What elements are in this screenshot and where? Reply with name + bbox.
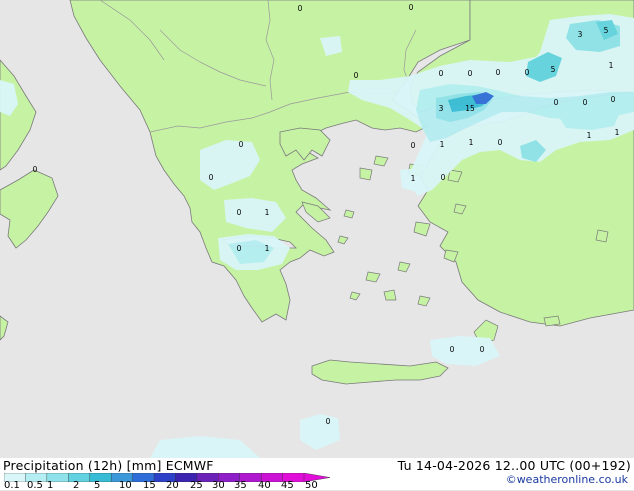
precip-value-label: 0 (354, 71, 359, 80)
precip-value-label: 0 (411, 141, 416, 150)
precip-value-label: 3 (578, 30, 583, 39)
precip-value-label: 0 (409, 3, 414, 12)
precip-value-label: 1 (587, 131, 592, 140)
precip-value-label: 15 (465, 104, 475, 113)
precip-value-label: 5 (604, 26, 609, 35)
legend-label: 45 (281, 480, 294, 491)
legend-label: 40 (258, 480, 271, 491)
precip-value-label: 3 (439, 104, 444, 113)
precip-value-label: 0 (237, 208, 242, 217)
legend-label: 35 (234, 480, 247, 491)
legend-label: 25 (190, 480, 203, 491)
legend-label: 0.1 (4, 480, 20, 491)
precip-value-label: 0 (298, 4, 303, 13)
precip-value-label: 0 (237, 244, 242, 253)
footer-bar: Precipitation (12h) [mm] ECMWF Tu 14-04-… (0, 458, 634, 491)
precip-value-label: 0 (33, 165, 38, 174)
precip-value-label: 1 (440, 140, 445, 149)
precip-value-label: 1 (615, 128, 620, 137)
land-chalkidiki (279, 127, 331, 161)
precip-value-label: 0 (326, 417, 331, 426)
legend-label: 20 (166, 480, 179, 491)
precip-value-label: 1 (469, 138, 474, 147)
precip-value-label: 0 (450, 345, 455, 354)
precip-value-label: 0 (441, 173, 446, 182)
legend-label: 10 (119, 480, 132, 491)
legend-label: 1 (47, 480, 54, 491)
precip-value-label: 0 (239, 140, 244, 149)
precip-value-label: 0 (468, 69, 473, 78)
legend-label: 50 (305, 480, 318, 491)
precip-value-label: 0 (525, 68, 530, 77)
precip-value-label: 1 (265, 244, 270, 253)
valid-time: Tu 14-04-2026 12..00 UTC (00+192) (397, 458, 631, 473)
precipitation-map: 0 0 3 5 5 1 0 0 0 0 0 3 15 0 0 0 1 1 0 0 1 1 0 0 0 1 0 0 1 0 1 0 0 0 (0, 0, 634, 458)
precip-value-label: 0 (480, 345, 485, 354)
credit-link[interactable]: ©weatheronline.co.uk (506, 473, 628, 486)
precip-value-label: 0 (439, 69, 444, 78)
map-title: Precipitation (12h) [mm] ECMWF (3, 458, 214, 473)
legend-label: 0.5 (27, 480, 43, 491)
precip-value-label: 1 (265, 208, 270, 217)
legend-label: 15 (143, 480, 156, 491)
precip-value-label: 0 (611, 95, 616, 104)
legend-label: 2 (73, 480, 80, 491)
legend-label: 5 (94, 480, 101, 491)
legend-labels: 0.1 0.5 1 2 5 10 15 20 25 30 35 40 45 50 (0, 480, 340, 491)
precip-value-label: 0 (498, 138, 503, 147)
precip-value-label: 0 (496, 68, 501, 77)
precip-value-label: 0 (583, 98, 588, 107)
precip-value-label: 5 (551, 65, 556, 74)
legend-label: 30 (212, 480, 225, 491)
precip-value-label: 1 (411, 174, 416, 183)
precip-value-label: 0 (209, 173, 214, 182)
precip-value-label: 1 (609, 61, 614, 70)
precip-value-label: 0 (554, 98, 559, 107)
